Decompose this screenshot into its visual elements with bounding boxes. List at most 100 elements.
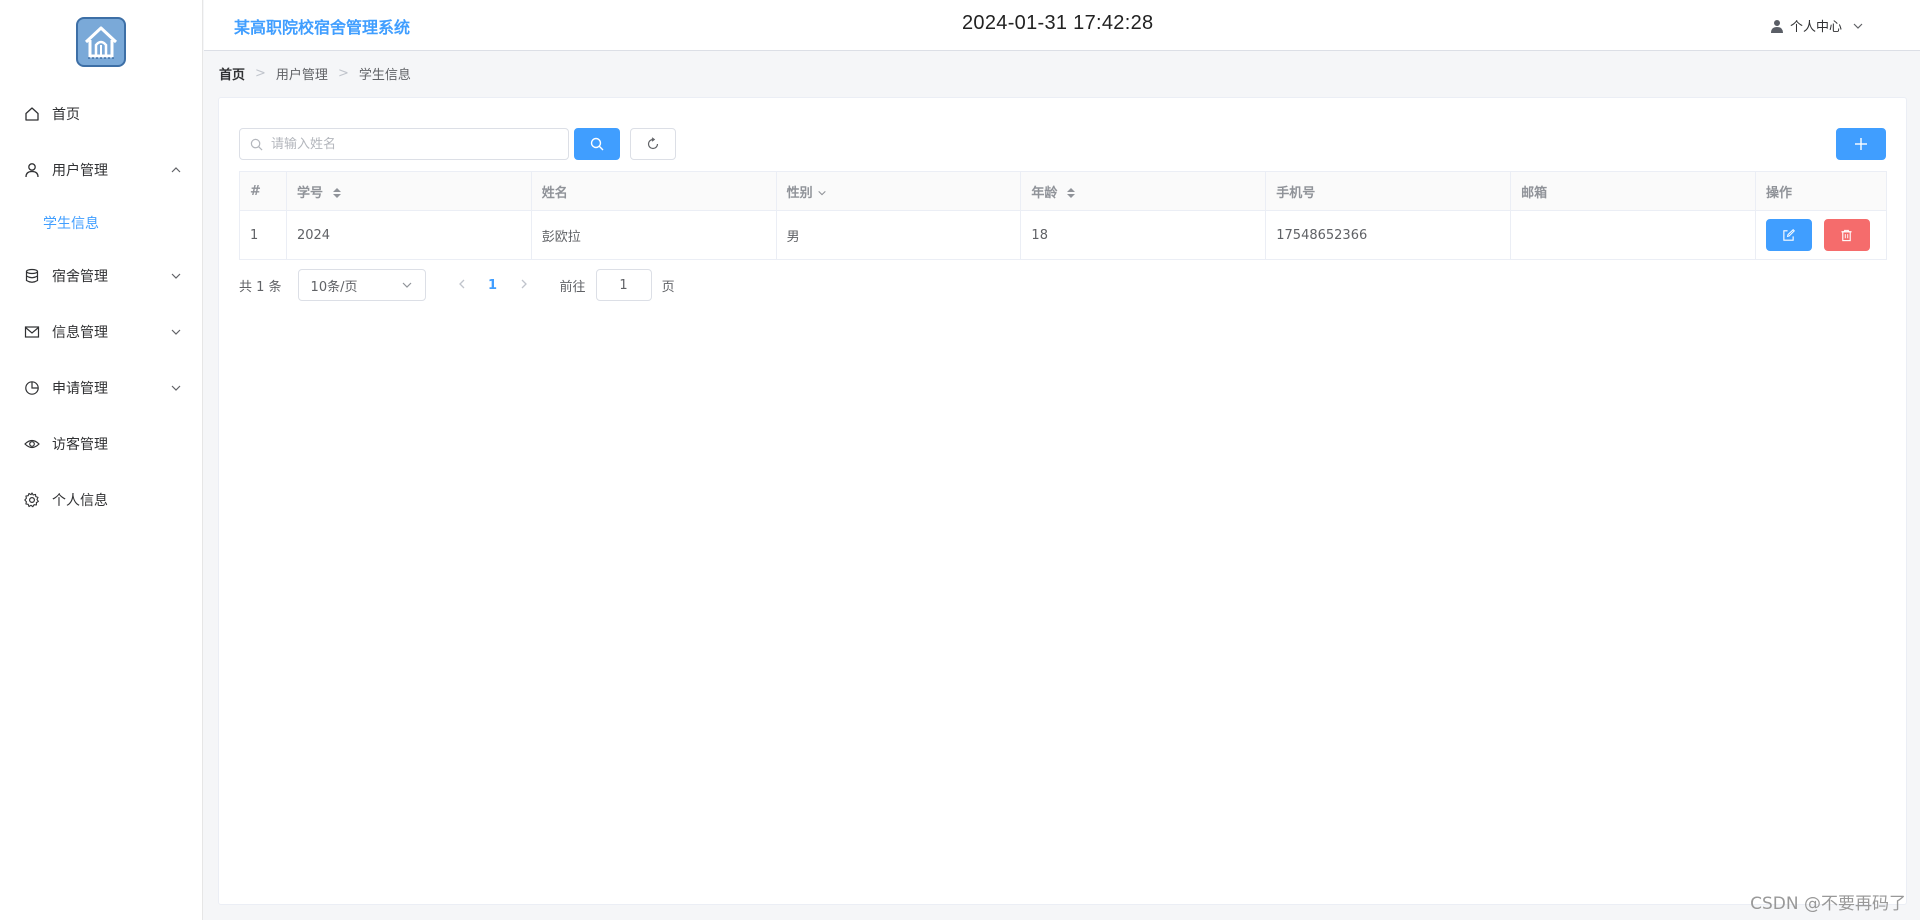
sort-caret-icon[interactable]	[332, 187, 341, 199]
edit-icon	[1783, 228, 1796, 241]
chevron-right-icon	[521, 279, 527, 288]
column-header-name: 姓名	[530, 171, 777, 211]
page-size-value: 10条/页	[310, 279, 358, 295]
system-title: 某高职院校宿舍管理系统	[234, 18, 411, 37]
column-header-label: 年龄	[1031, 185, 1058, 201]
sidebar-item-label: 宿舍管理	[52, 269, 108, 285]
column-header-index: #	[239, 171, 287, 211]
home-icon	[24, 106, 40, 122]
goto-page-input[interactable]	[595, 269, 652, 301]
chevron-down-icon	[171, 329, 181, 335]
pagination-total: 共 1 条	[239, 279, 282, 295]
chevron-down-icon	[1853, 23, 1863, 29]
datetime-clock: 2024-01-31 17:42:28	[962, 12, 1154, 34]
cell-actions	[1754, 210, 1888, 260]
message-icon	[24, 324, 40, 340]
filter-dropdown-icon[interactable]	[817, 188, 827, 198]
watermark: CSDN @不要再码了	[1750, 894, 1906, 914]
page-number[interactable]: 1	[478, 278, 508, 293]
table-header-row: # 学号 姓名 性别 年龄 手机号 邮箱 操作	[239, 171, 1888, 211]
sidebar-item-student-info[interactable]: 学生信息	[0, 198, 202, 248]
user-filled-icon	[1770, 19, 1783, 33]
chevron-right-icon: >	[337, 66, 349, 81]
chevron-down-icon	[171, 385, 181, 391]
search-input[interactable]	[271, 136, 551, 152]
cell-index: 1	[239, 210, 287, 260]
pagination: 共 1 条 10条/页 1 前往 页	[239, 269, 675, 301]
cell-name: 彭欧拉	[530, 210, 777, 260]
database-icon	[24, 268, 40, 284]
sidebar-item-label: 申请管理	[52, 381, 108, 397]
sort-caret-icon[interactable]	[1066, 187, 1075, 199]
pie-chart-icon	[24, 380, 40, 396]
column-header-email: 邮箱	[1510, 171, 1756, 211]
edit-button[interactable]	[1765, 219, 1812, 251]
sidebar-item-application-management[interactable]: 申请管理	[0, 360, 202, 416]
app-root: 首页 用户管理 学生信息 宿舍管理 信息管理 申请管理 访客管理 个人信息 某高…	[0, 0, 1920, 920]
chevron-up-icon	[171, 167, 181, 173]
search-box	[239, 128, 569, 160]
reset-button[interactable]	[630, 128, 676, 160]
plus-icon	[1855, 138, 1867, 150]
student-table: # 学号 姓名 性别 年龄 手机号 邮箱 操作 1 2024 彭欧拉 男 18 …	[239, 171, 1888, 260]
sidebar-item-label: 信息管理	[52, 325, 108, 341]
cell-gender: 男	[775, 210, 1022, 260]
search-button[interactable]	[574, 128, 620, 160]
chevron-down-icon	[171, 273, 181, 279]
search-icon	[250, 138, 263, 150]
add-student-button[interactable]	[1836, 128, 1886, 160]
sidebar-item-label: 访客管理	[52, 437, 108, 453]
column-header-label: 性别	[786, 185, 813, 201]
chevron-right-icon: >	[255, 66, 266, 81]
user-center-dropdown[interactable]: 个人中心	[1770, 16, 1870, 35]
column-header-phone: 手机号	[1265, 171, 1512, 211]
content-card: # 学号 姓名 性别 年龄 手机号 邮箱	[218, 97, 1907, 905]
logo-area	[0, 0, 202, 84]
table-row: 1 2024 彭欧拉 男 18 17548652366	[239, 210, 1888, 260]
search-toolbar	[239, 128, 676, 160]
cell-email	[1510, 210, 1756, 260]
user-icon	[24, 162, 40, 178]
refresh-icon	[647, 137, 659, 150]
cell-age: 18	[1020, 210, 1267, 260]
chevron-left-icon	[458, 279, 465, 288]
column-header-label: 学号	[296, 185, 323, 201]
cell-phone: 17548652366	[1265, 210, 1512, 260]
trash-icon	[1841, 229, 1853, 241]
next-page-button[interactable]	[508, 278, 540, 293]
row-actions	[1765, 219, 1886, 251]
page-unit-label: 页	[661, 279, 675, 295]
sidebar-item-label: 首页	[52, 107, 80, 123]
gear-icon	[24, 492, 40, 508]
eye-icon	[24, 436, 40, 452]
breadcrumb-user-management: 用户管理	[275, 68, 328, 83]
goto-label: 前往	[559, 279, 586, 295]
column-header-age[interactable]: 年龄	[1020, 171, 1267, 211]
delete-button[interactable]	[1823, 219, 1870, 251]
breadcrumb: 首页 > 用户管理 > 学生信息	[219, 64, 411, 83]
column-header-gender[interactable]: 性别	[775, 171, 1022, 211]
sidebar: 首页 用户管理 学生信息 宿舍管理 信息管理 申请管理 访客管理 个人信息	[0, 0, 203, 920]
page-jumper: 前往 页	[560, 269, 675, 301]
chevron-down-icon	[402, 282, 411, 288]
sidebar-item-info-management[interactable]: 信息管理	[0, 304, 202, 360]
house-logo-icon	[76, 17, 126, 67]
column-header-student-id[interactable]: 学号	[285, 171, 532, 211]
sidebar-item-personal-info[interactable]: 个人信息	[0, 472, 202, 528]
top-header: 某高职院校宿舍管理系统 2024-01-31 17:42:28 个人中心	[204, 0, 1920, 51]
user-center-label: 个人中心	[1789, 20, 1842, 35]
search-icon	[590, 137, 604, 151]
sidebar-item-visitor-management[interactable]: 访客管理	[0, 416, 202, 472]
sidebar-subitem-label: 学生信息	[43, 216, 99, 232]
breadcrumb-student-info: 学生信息	[358, 68, 411, 83]
sidebar-item-label: 用户管理	[52, 163, 108, 179]
breadcrumb-home[interactable]: 首页	[219, 64, 245, 83]
sidebar-item-dorm-management[interactable]: 宿舍管理	[0, 248, 202, 304]
column-header-actions: 操作	[1754, 171, 1888, 211]
cell-student-id: 2024	[285, 210, 532, 260]
sidebar-item-label: 个人信息	[52, 493, 108, 509]
page-size-select[interactable]: 10条/页	[297, 269, 426, 301]
sidebar-item-home[interactable]: 首页	[0, 86, 202, 142]
prev-page-button[interactable]	[446, 278, 478, 293]
sidebar-item-user-management[interactable]: 用户管理	[0, 142, 202, 198]
